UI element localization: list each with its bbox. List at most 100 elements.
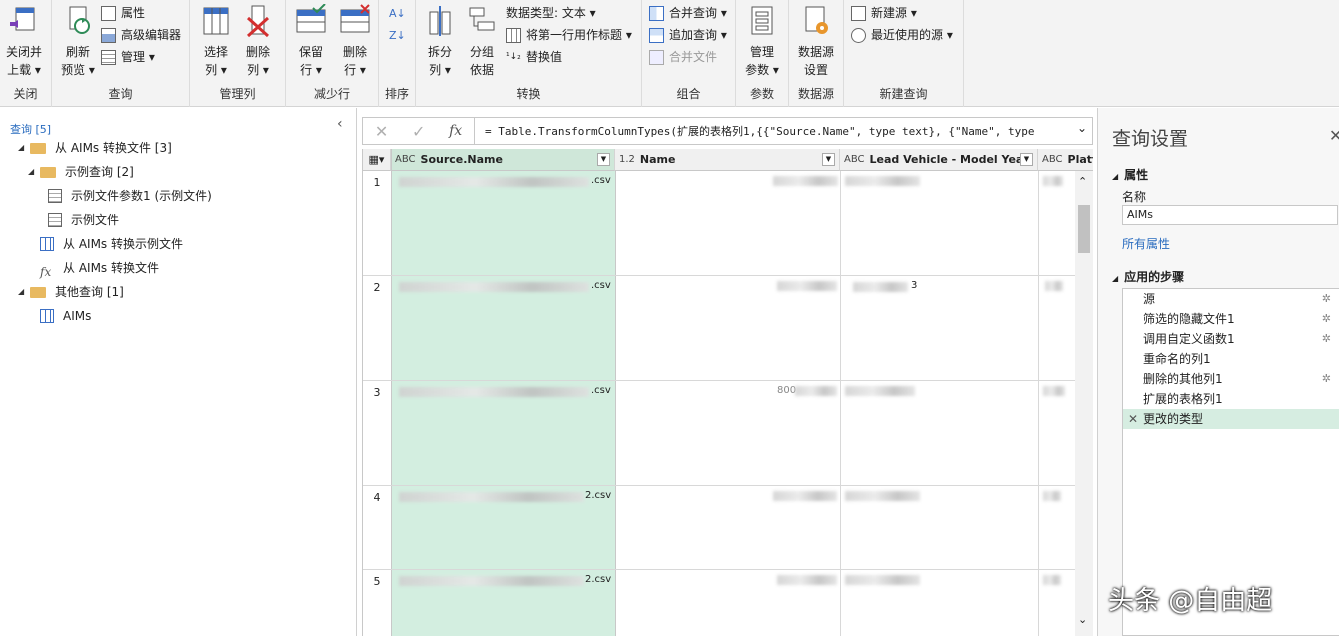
column-header-lead-vehicle[interactable]: ABC Lead Vehicle - Model Year ▼ [840, 149, 1038, 171]
table-menu-icon[interactable]: ▦▾ [363, 149, 391, 171]
column-filter-icon[interactable]: ▼ [597, 153, 610, 166]
scroll-down-icon[interactable]: ⌄ [1078, 613, 1087, 626]
expand-triangle-icon[interactable]: ◢ [28, 161, 40, 183]
scroll-thumb[interactable] [1078, 205, 1090, 253]
remove-columns-icon [246, 5, 270, 38]
column-header-source-name[interactable]: ABC Source.Name ▼ [391, 149, 615, 171]
queries-header[interactable]: 查询 [5] [10, 121, 51, 137]
tree-folder-sample[interactable]: ◢ 示例查询 [2] [28, 161, 134, 183]
properties-section[interactable]: ◢ 属性 [1112, 166, 1148, 183]
vertical-scrollbar[interactable]: ⌃ ⌄ [1075, 171, 1093, 636]
gear-icon[interactable]: ✲ [1322, 369, 1331, 389]
step-item[interactable]: 删除的其他列1 ✲ [1123, 369, 1339, 389]
data-grid: ▦▾ ABC Source.Name ▼ 1.2 Name ▼ ABC Lead Vehi… [362, 149, 1093, 636]
table-icon [40, 309, 54, 323]
queries-panel: 查询 [5] ‹ ◢ 从 AIMs 转换文件 [3] ◢ 示例查询 [2] 示例文件… [0, 108, 357, 636]
step-item[interactable]: 源 ✲ [1123, 289, 1339, 309]
expand-triangle-icon[interactable]: ◢ [1112, 172, 1118, 181]
step-item[interactable]: 重命名的列1 [1123, 349, 1339, 369]
refresh-icon [69, 6, 90, 34]
datasource-settings-button[interactable]: 数据源 设置 [793, 4, 839, 79]
gear-icon[interactable]: ✲ [1322, 289, 1331, 309]
row-number[interactable]: 1 [363, 171, 391, 189]
sort-descending-icon[interactable]: Z↓ [389, 26, 406, 46]
tree-folder-other[interactable]: ◢ 其他查询 [1] [18, 281, 124, 303]
properties-button[interactable]: 属性 [101, 3, 145, 23]
confirm-icon[interactable]: ✓ [412, 122, 425, 141]
sort-ascending-icon[interactable]: A↓ [389, 4, 406, 24]
gear-icon[interactable]: ✲ [1322, 309, 1331, 329]
tree-item-transform-sample[interactable]: 从 AIMs 转换示例文件 [40, 233, 183, 255]
tree-folder-transform[interactable]: ◢ 从 AIMs 转换文件 [3] [18, 137, 172, 159]
collapse-panel-icon[interactable]: ‹ [337, 116, 343, 132]
split-column-button[interactable]: 拆分 列 ▾ [420, 4, 460, 79]
manage-params-button[interactable]: 管理 参数 ▾ [740, 4, 784, 79]
group-close: 关闭并 上载 ▾ 关闭 [0, 0, 52, 107]
replace-icon: ¹↓₂ [506, 51, 521, 62]
close-load-button[interactable]: 关闭并 上载 ▾ [2, 4, 46, 79]
cell-suffix: .csv [591, 175, 611, 186]
query-settings-panel: 查询设置 ✕ ◢ 属性 名称 AIMs 所有属性 ◢ 应用的步骤 源 ✲ 筛选的隐藏文… [1097, 108, 1339, 636]
blurred-cell [1043, 575, 1061, 585]
formula-bar: ✕ ✓ fx = Table.TransformColumnTypes(扩展的表… [362, 117, 1093, 145]
expand-triangle-icon[interactable]: ◢ [18, 137, 30, 159]
refresh-preview-button[interactable]: 刷新 预览 ▾ [56, 4, 100, 79]
close-icon[interactable]: ✕ [1329, 126, 1339, 145]
first-row-header-button[interactable]: 将第一行用作标题 ▾ [506, 25, 632, 45]
column-header-name[interactable]: 1.2 Name ▼ [615, 149, 840, 171]
tree-item-transform-file[interactable]: fx 从 AIMs 转换文件 [40, 257, 159, 279]
row-number[interactable]: 5 [363, 570, 391, 588]
table-icon [40, 237, 54, 251]
blurred-cell [845, 491, 920, 501]
cancel-icon[interactable]: ✕ [375, 122, 388, 141]
append-queries-button[interactable]: 追加查询 ▾ [649, 25, 727, 45]
gear-icon[interactable]: ✲ [1322, 329, 1331, 349]
all-properties-link[interactable]: 所有属性 [1122, 235, 1170, 252]
step-item[interactable]: 筛选的隐藏文件1 ✲ [1123, 309, 1339, 329]
formula-input[interactable]: = Table.TransformColumnTypes(扩展的表格列1,{{"… [485, 123, 1070, 139]
column-divider [840, 171, 841, 636]
blurred-cell [845, 176, 920, 186]
remove-columns-button[interactable]: 删除 列 ▾ [238, 4, 278, 79]
tree-item-aims[interactable]: AIMs [40, 305, 91, 327]
expand-triangle-icon[interactable]: ◢ [1112, 274, 1118, 283]
blurred-cell [399, 177, 589, 187]
advanced-editor-icon [101, 27, 116, 43]
manage-icon [101, 49, 116, 65]
tree-item-sample-file[interactable]: 示例文件 [48, 209, 119, 231]
settings-title: 查询设置 [1112, 128, 1189, 150]
group-datasource: 数据源 设置 数据源 [789, 0, 844, 107]
tree-item-sample-file-param[interactable]: 示例文件参数1 (示例文件) [48, 185, 212, 207]
fx-icon[interactable]: fx [449, 123, 462, 139]
chevron-down-icon[interactable]: ⌄ [1077, 121, 1087, 135]
step-item[interactable]: 扩展的表格列1 [1123, 389, 1339, 409]
row-number[interactable]: 2 [363, 276, 391, 294]
step-item-selected[interactable]: ✕ 更改的类型 [1123, 409, 1339, 429]
data-type-dropdown[interactable]: 数据类型: 文本 ▾ [506, 3, 596, 23]
name-field[interactable]: AIMs [1122, 205, 1338, 225]
applied-steps-section[interactable]: ◢ 应用的步骤 [1112, 268, 1184, 285]
remove-rows-button[interactable]: 删除 行 ▾ [334, 4, 376, 79]
choose-columns-button[interactable]: 选择 列 ▾ [196, 4, 236, 79]
new-source-button[interactable]: 新建源 ▾ [851, 3, 917, 23]
merge-queries-button[interactable]: 合并查询 ▾ [649, 3, 727, 23]
keep-rows-button[interactable]: 保留 行 ▾ [290, 3, 332, 79]
split-column-icon [429, 6, 451, 36]
name-label: 名称 [1122, 190, 1147, 204]
group-by-button[interactable]: 分组 依据 [462, 4, 502, 79]
replace-values-button[interactable]: ¹↓₂ 替换值 [506, 47, 562, 67]
combine-files-button[interactable]: 合并文件 [649, 47, 717, 67]
expand-triangle-icon[interactable]: ◢ [18, 281, 30, 303]
advanced-editor-button[interactable]: 高级编辑器 [101, 25, 181, 45]
delete-step-icon[interactable]: ✕ [1128, 409, 1138, 429]
column-header-platform[interactable]: ABCPlatfo [1038, 149, 1093, 171]
manage-button[interactable]: 管理 ▾ [101, 47, 155, 67]
row-number[interactable]: 4 [363, 486, 391, 504]
column-filter-icon[interactable]: ▼ [822, 153, 835, 166]
scroll-up-icon[interactable]: ⌃ [1078, 175, 1087, 188]
recent-sources-button[interactable]: 最近使用的源 ▾ [851, 25, 953, 45]
blurred-cell [399, 576, 584, 586]
step-item[interactable]: 调用自定义函数1 ✲ [1123, 329, 1339, 349]
row-number[interactable]: 3 [363, 381, 391, 399]
column-filter-icon[interactable]: ▼ [1020, 153, 1033, 166]
